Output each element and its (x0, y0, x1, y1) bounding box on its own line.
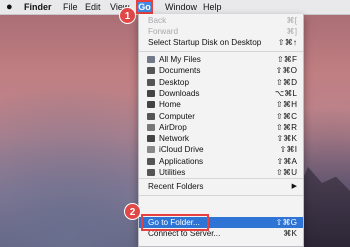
menu-item-label: AirDrop (159, 122, 187, 132)
menu-item-label: Desktop (159, 77, 190, 87)
menu-item-label: All My Files (159, 55, 201, 64)
menu-item-label: Applications (159, 156, 204, 166)
menu-item-label: Forward (148, 27, 179, 36)
menu-item-place[interactable]: Documents ⇧⌘O (139, 65, 303, 76)
menu-item-place[interactable]: Desktop ⇧⌘D (139, 77, 303, 88)
menu-item-label: Home (159, 100, 181, 110)
menu-item-shortcut: ⇧⌘O (275, 66, 297, 76)
menu-item-label: Downloads (159, 88, 200, 98)
go-menu-dropdown: Back ⌘[ Forward ⌘] Select Startup Disk o… (138, 14, 304, 247)
menu-finder[interactable]: Finder (24, 0, 52, 14)
annotation-highlight-box (141, 214, 209, 231)
menu-item-shortcut: ⌘] (286, 27, 297, 36)
menu-item-shortcut: ⌘K (283, 229, 297, 238)
menu-item-recent-folders[interactable]: Recent Folders ▶ (139, 181, 303, 192)
all-files-icon (147, 56, 155, 63)
menu-item-label: Recent Folders (148, 182, 204, 191)
menu-item-shortcut: ⌘[ (286, 16, 297, 25)
step-badge-1: 1 (119, 7, 136, 24)
menu-item-place[interactable]: Computer ⇧⌘C (139, 111, 303, 122)
network-icon (147, 135, 155, 143)
home-icon (147, 101, 155, 109)
menu-separator (139, 178, 303, 179)
menu-item-shortcut: ⇧⌘I (279, 145, 297, 155)
menu-item-place[interactable]: Applications ⇧⌘A (139, 156, 303, 167)
menu-item-label: Network (159, 134, 190, 144)
menu-item-place[interactable]: Network ⇧⌘K (139, 133, 303, 144)
menu-item-shortcut: ⇧⌘D (276, 77, 297, 87)
apple-icon[interactable]: ● (6, 0, 13, 14)
menu-item-select-startup-disk[interactable]: Select Startup Disk on Desktop ⇧⌘↑ (139, 37, 303, 48)
downloads-icon (147, 89, 155, 97)
menu-item-place[interactable]: All My Files ⇧⌘F (139, 54, 303, 65)
menu-edit[interactable]: Edit (85, 0, 101, 14)
menu-item-place[interactable]: Utilities ⇧⌘U (139, 167, 303, 178)
icloud-icon (147, 146, 155, 154)
menu-item-shortcut: ⇧⌘↑ (277, 38, 297, 47)
menu-file[interactable]: File (63, 0, 78, 14)
menu-item-label: iCloud Drive (159, 145, 204, 155)
applications-icon (147, 157, 155, 165)
airdrop-icon (147, 123, 155, 131)
desktop-icon (147, 78, 155, 86)
menu-item-place[interactable]: Downloads ⌥⌘L (139, 88, 303, 99)
menu-item-place[interactable]: Home ⇧⌘H (139, 99, 303, 110)
menu-window[interactable]: Window (165, 0, 197, 14)
menu-item-shortcut: ⇧⌘F (276, 55, 297, 64)
menu-item-label: Documents (159, 66, 201, 76)
submenu-arrow-icon: ▶ (291, 183, 297, 190)
menu-item-shortcut: ⇧⌘H (276, 100, 297, 110)
utilities-icon (147, 169, 155, 176)
menu-item-shortcut: ⇧⌘C (276, 111, 297, 121)
menu-item-shortcut: ⇧⌘R (276, 122, 297, 132)
menu-item-label: Back (148, 16, 167, 25)
menu-item-place[interactable]: iCloud Drive ⇧⌘I (139, 144, 303, 155)
step-badge-2: 2 (124, 203, 141, 220)
menu-item-shortcut: ⇧⌘U (276, 168, 297, 177)
menu-bar: ● Finder File Edit View Go Window Help (0, 0, 350, 15)
menu-item-shortcut: ⌥⌘L (274, 88, 297, 98)
menu-item-shortcut: ⇧⌘A (276, 156, 297, 166)
menu-item-forward[interactable]: Forward ⌘] (139, 26, 303, 37)
menu-item-shortcut: ⇧⌘K (276, 134, 297, 144)
menu-item-back[interactable]: Back ⌘[ (139, 15, 303, 26)
documents-icon (147, 67, 155, 75)
menu-item-label: Computer (159, 111, 195, 121)
menu-separator (139, 51, 303, 52)
menu-separator (139, 195, 303, 196)
menu-item-label: Utilities (159, 168, 186, 177)
menu-item-shortcut: ⇧⌘G (275, 218, 297, 227)
menu-help[interactable]: Help (203, 0, 222, 14)
menu-go[interactable]: Go (136, 0, 153, 14)
menu-item-label: Select Startup Disk on Desktop (148, 38, 262, 47)
menu-item-place[interactable]: AirDrop ⇧⌘R (139, 122, 303, 133)
computer-icon (147, 112, 155, 120)
